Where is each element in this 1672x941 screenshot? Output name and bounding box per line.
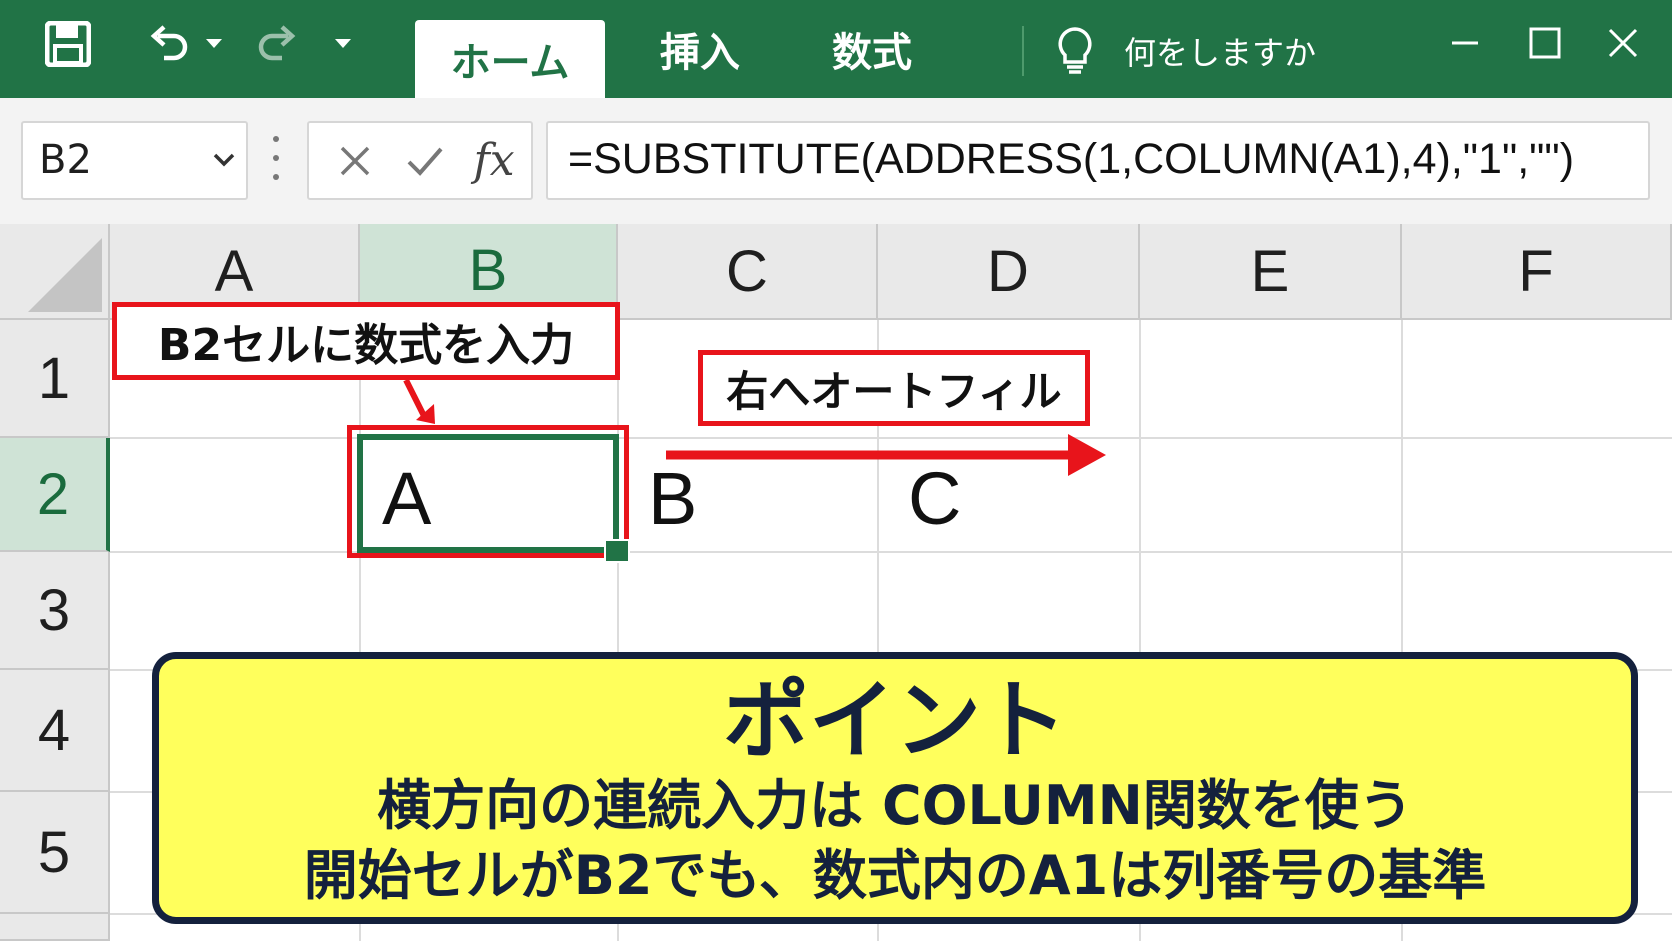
column-header-f[interactable]: F [1402, 224, 1672, 320]
maximize-button[interactable] [1515, 18, 1575, 68]
title-bar: ホーム 挿入 数式 何をしますか [0, 0, 1672, 98]
name-box[interactable]: B2 [21, 121, 248, 200]
save-icon[interactable] [44, 20, 92, 68]
tab-insert[interactable]: 挿入 [640, 0, 760, 98]
gridline [110, 551, 1672, 553]
redo-icon[interactable] [256, 22, 300, 66]
point-box: ポイント 横方向の連続入力は COLUMN関数を使う 開始セルがB2でも、数式内… [152, 652, 1638, 924]
fill-handle[interactable] [604, 539, 630, 563]
cell-c2[interactable]: B [648, 456, 697, 541]
row-header-6[interactable] [0, 914, 110, 941]
insert-function-icon[interactable]: fx [459, 123, 529, 198]
autofill-arrow-head [1068, 434, 1106, 476]
row-header-4[interactable]: 4 [0, 670, 110, 792]
formula-buttons: fx [307, 121, 533, 200]
name-box-value: B2 [39, 137, 92, 183]
row-header-3[interactable]: 3 [0, 552, 110, 670]
gridline [110, 437, 1672, 439]
titlebar-divider [1022, 26, 1024, 76]
row-header-1[interactable]: 1 [0, 320, 110, 438]
tab-home-label: ホーム [450, 40, 570, 86]
point-line-2: 開始セルがB2でも、数式内のA1は列番号の基準 [303, 844, 1487, 907]
undo-dropdown-icon[interactable] [204, 34, 224, 54]
row-header-5[interactable]: 5 [0, 792, 110, 914]
more-options-icon[interactable] [272, 136, 280, 180]
point-title: ポイント [723, 671, 1067, 771]
tab-formulas[interactable]: 数式 [812, 0, 932, 98]
callout-autofill-text: 右へオートフィル [726, 366, 1062, 416]
tab-home[interactable]: ホーム [415, 20, 605, 98]
row-header-2[interactable]: 2 [0, 438, 110, 552]
point-line-1: 横方向の連続入力は COLUMN関数を使う [377, 774, 1413, 837]
callout-enter-formula: B2セルに数式を入力 [112, 302, 620, 380]
minimize-button[interactable] [1435, 18, 1495, 68]
pointer-arrow-line [403, 378, 428, 420]
undo-icon[interactable] [146, 22, 190, 66]
column-header-e[interactable]: E [1140, 224, 1402, 320]
formula-text: =SUBSTITUTE(ADDRESS(1,COLUMN(A1),4),"1",… [568, 135, 1575, 183]
column-header-d[interactable]: D [878, 224, 1140, 320]
tell-me-search[interactable]: 何をしますか [1124, 28, 1316, 74]
select-all-corner[interactable] [0, 224, 110, 320]
callout-enter-formula-text: B2セルに数式を入力 [157, 320, 575, 371]
formula-input[interactable]: =SUBSTITUTE(ADDRESS(1,COLUMN(A1),4),"1",… [546, 121, 1650, 200]
column-header-c[interactable]: C [618, 224, 878, 320]
tab-formulas-label: 数式 [832, 30, 912, 76]
pointer-arrow-head [416, 404, 435, 424]
close-button[interactable] [1593, 18, 1653, 68]
callout-autofill: 右へオートフィル [698, 350, 1090, 426]
cancel-icon[interactable] [325, 123, 385, 198]
cell-d2[interactable]: C [908, 456, 961, 541]
chevron-down-icon[interactable] [212, 145, 236, 179]
tab-insert-label: 挿入 [660, 30, 740, 76]
enter-checkmark-icon[interactable] [395, 123, 455, 198]
active-cell-border [357, 434, 619, 553]
lightbulb-icon[interactable] [1052, 26, 1098, 76]
customize-toolbar-icon[interactable] [333, 34, 353, 54]
